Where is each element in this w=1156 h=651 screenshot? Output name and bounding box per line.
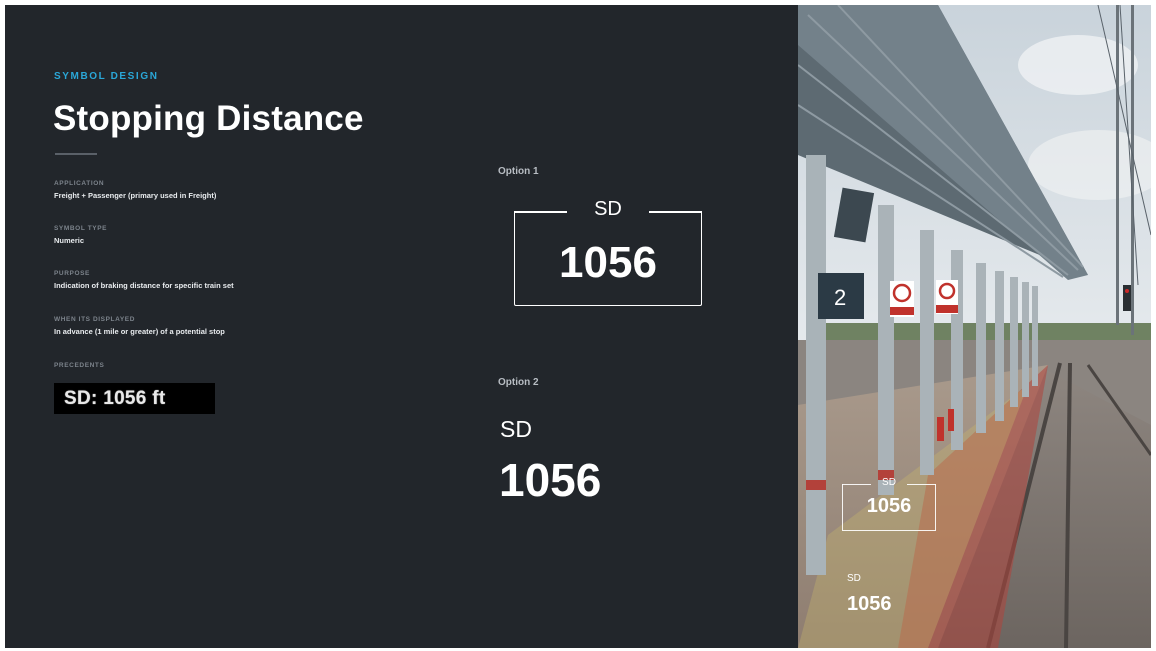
meta-value: In advance (1 mile or greater) of a pote… [54,327,225,336]
meta-label: PRECEDENTS [54,362,105,369]
meta-purpose: PURPOSE Indication of braking distance f… [54,270,434,290]
meta-label: WHEN ITS DISPLAYED [54,316,135,323]
section-eyebrow: SYMBOL DESIGN [54,71,159,82]
meta-symbol-type: SYMBOL TYPE Numeric [54,225,434,245]
meta-label: APPLICATION [54,180,105,187]
option-2-label: Option 2 [498,377,539,388]
meta-value: Indication of braking distance for speci… [54,281,234,290]
overlay-2-abbr: SD [847,573,861,584]
overlay-1-frame-top-right [907,484,936,486]
overlay-1-frame-top-left [842,484,871,486]
overlay-1-abbr: SD [882,477,896,488]
meta-value: Numeric [54,236,85,245]
option-1-abbr: SD [594,198,622,220]
platform-photo: 2 [798,5,1151,648]
precedent-example: SD: 1056 ft [54,383,215,414]
meta-application: APPLICATION Freight + Passenger (primary… [54,180,434,200]
page-title: Stopping Distance [53,99,364,138]
option-1-label: Option 1 [498,166,539,177]
meta-label: SYMBOL TYPE [54,225,108,232]
option-1-value: 1056 [559,238,657,287]
title-divider [55,153,97,155]
meta-label: PURPOSE [54,270,90,277]
platform-number-sign: 2 [834,285,846,310]
meta-precedents: PRECEDENTS [54,362,434,373]
option-2-value: 1056 [499,454,602,506]
option-2-abbr: SD [500,416,532,442]
option-1-frame-top-right [649,211,702,213]
overlay-2-value: 1056 [847,593,892,615]
option-1-frame-top-left [514,211,567,213]
meta-value: Freight + Passenger (primary used in Fre… [54,191,217,200]
overlay-1-value: 1056 [866,495,912,517]
slide: SYMBOL DESIGN Stopping Distance APPLICAT… [5,5,1151,648]
meta-when-displayed: WHEN ITS DISPLAYED In advance (1 mile or… [54,316,434,336]
